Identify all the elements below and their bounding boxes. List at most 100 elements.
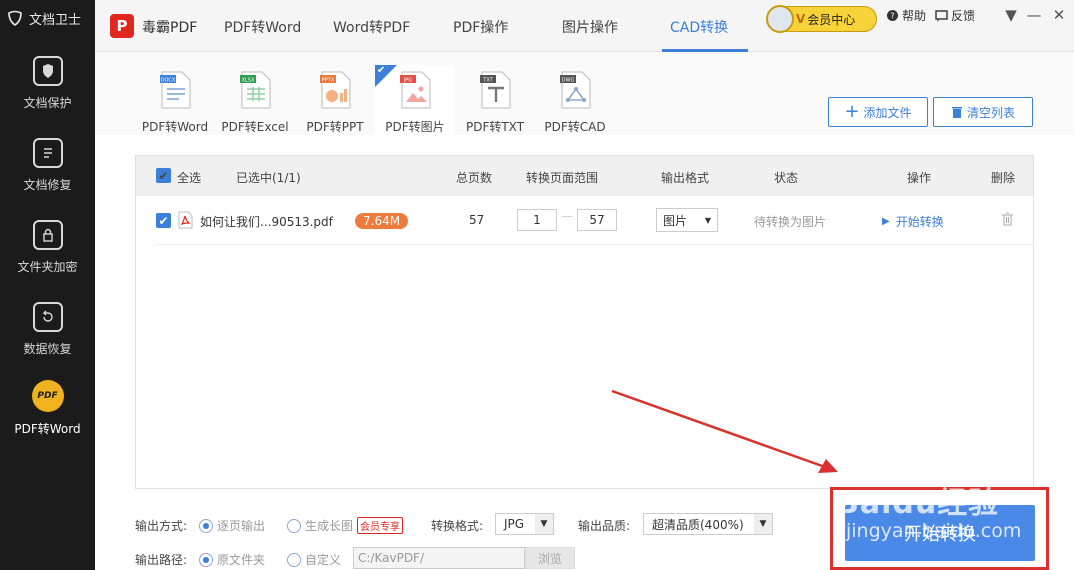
lock-icon: [32, 220, 63, 250]
app-name: 毒霸PDF: [142, 20, 198, 36]
vip-center-button[interactable]: V 会员中心: [766, 5, 877, 33]
restore-icon: [32, 302, 63, 332]
clear-list-button[interactable]: 清空列表: [933, 97, 1033, 127]
range-from-input[interactable]: 1: [517, 209, 557, 231]
sidebar-item-label: 文件夹加密: [17, 260, 78, 274]
output-path-label: 输出路径:: [135, 553, 188, 567]
file-name: 如何让我们...90513.pdf: [200, 215, 333, 229]
tab-cad-convert[interactable]: CAD转换: [670, 17, 728, 37]
sidebar: 文档卫士 文档保护 文档修复 文件夹加密 数据恢复 PDF PDF转Word: [0, 0, 95, 570]
file-list: ✔ 全选 已选中(1/1) 总页数 转换页面范围 输出格式 状态 操作 删除 ✔…: [135, 155, 1034, 489]
sidebar-item-label: 数据恢复: [23, 342, 72, 356]
feedback-button[interactable]: 反馈: [935, 7, 975, 24]
selected-check-icon: ✔: [375, 65, 397, 87]
feedback-icon: [935, 10, 948, 22]
brand-logo-icon: [8, 10, 22, 26]
quality-label: 输出品质:: [578, 519, 631, 533]
docx-file-icon: DOCX: [158, 71, 192, 109]
output-format-select[interactable]: 图片 ▼: [656, 208, 718, 232]
sidebar-item-repair[interactable]: 文档修复: [0, 134, 95, 214]
col-total-pages: 总页数: [456, 171, 493, 185]
format-tab-pdf-to-excel[interactable]: XLSX PDF转Excel: [215, 65, 295, 135]
select-all-label[interactable]: 全选: [177, 169, 201, 186]
add-file-button[interactable]: + 添加文件: [828, 97, 928, 127]
convert-format-select[interactable]: JPG ▼: [495, 513, 554, 535]
menu-dropdown-icon[interactable]: ▼: [1002, 6, 1020, 24]
app-logo-icon: P: [110, 14, 134, 38]
top-bar: P 毒霸PDF PDF转Word Word转PDF PDF操作 图片操作 CAD…: [95, 0, 1074, 52]
tab-pdf-to-word[interactable]: PDF转Word: [224, 17, 301, 37]
file-size-badge: 7.64M: [355, 213, 409, 229]
col-operation: 操作: [907, 171, 932, 185]
svg-text:TXT: TXT: [482, 78, 493, 84]
output-mode-label: 输出方式:: [135, 519, 188, 533]
svg-text:?: ?: [890, 12, 894, 21]
path-custom-radio[interactable]: 自定义: [287, 551, 341, 568]
txt-file-icon: TXT: [478, 71, 512, 109]
tab-pdf-operations[interactable]: PDF操作: [453, 17, 508, 37]
help-icon: ?: [887, 10, 898, 21]
shield-icon: [32, 56, 63, 86]
tab-word-to-pdf[interactable]: Word转PDF: [333, 17, 410, 37]
quality-select[interactable]: 超清品质(400%) ▼: [643, 513, 773, 535]
svg-text:DOCX: DOCX: [161, 78, 176, 84]
svg-text:JPG: JPG: [403, 78, 412, 84]
page-count: 57: [469, 213, 485, 227]
range-to-input[interactable]: 57: [577, 209, 617, 231]
col-status: 状态: [774, 171, 799, 185]
sidebar-item-folder-encrypt[interactable]: 文件夹加密: [0, 216, 95, 296]
format-tab-pdf-to-image[interactable]: ✔ JPG PDF转图片: [375, 65, 455, 135]
pdf-file-icon: [178, 211, 193, 232]
sidebar-item-pdf-to-word[interactable]: PDF PDF转Word: [0, 376, 95, 456]
sidebar-item-label: PDF转Word: [14, 422, 81, 436]
radio-selected: [199, 552, 213, 567]
tab-image-operations[interactable]: 图片操作: [562, 17, 618, 37]
caret-down-icon: ▼: [535, 514, 553, 534]
start-convert-link[interactable]: ▶ 开始转换: [882, 213, 944, 230]
format-tab-pdf-to-word[interactable]: DOCX PDF转Word: [135, 65, 215, 135]
radio-selected: [199, 518, 213, 533]
minimize-icon[interactable]: —: [1025, 6, 1043, 24]
jpg-file-icon: JPG: [398, 71, 432, 109]
delete-row-icon[interactable]: [1001, 212, 1014, 229]
sidebar-item-label: 文档保护: [23, 96, 72, 110]
mode-long-image-radio[interactable]: 生成长图 会员专享: [287, 517, 404, 534]
format-tab-pdf-to-cad[interactable]: DWG PDF转CAD: [535, 65, 615, 135]
browse-button[interactable]: 浏览: [525, 547, 575, 569]
svg-text:PPTX: PPTX: [322, 78, 335, 84]
path-source-folder-radio[interactable]: 原文件夹: [199, 551, 265, 568]
close-icon[interactable]: ✕: [1050, 6, 1068, 24]
svg-text:DWG: DWG: [562, 78, 575, 84]
sidebar-brand: 文档卫士: [0, 0, 95, 36]
svg-text:XLSX: XLSX: [242, 78, 255, 84]
start-convert-button[interactable]: 开始转换: [845, 505, 1035, 561]
selected-count: 已选中(1/1): [236, 171, 301, 185]
radio-unselected: [287, 518, 301, 533]
vip-label: 会员中心: [807, 12, 856, 27]
format-tab-pdf-to-txt[interactable]: TXT PDF转TXT: [455, 65, 535, 135]
annotation-arrow: [611, 389, 838, 473]
select-all-checkbox[interactable]: ✔: [156, 168, 171, 183]
pdf-icon: PDF: [31, 380, 64, 412]
play-icon: ▶: [882, 216, 890, 227]
col-output-format: 输出格式: [661, 171, 710, 185]
xlsx-file-icon: XLSX: [238, 71, 272, 109]
mode-each-page-radio[interactable]: 逐页输出: [199, 517, 265, 534]
table-row: ✔ 如何让我们...90513.pdf 7.64M 57 1 — 57 图片 ▼…: [156, 197, 1033, 245]
caret-down-icon: ▼: [704, 215, 711, 225]
caret-down-icon: ▼: [754, 514, 772, 534]
col-delete: 删除: [991, 171, 1016, 185]
sidebar-item-label: 文档修复: [23, 178, 72, 192]
output-path-input[interactable]: C:/KavPDF/: [353, 547, 525, 569]
trash-icon: [951, 107, 962, 118]
format-tab-pdf-to-ppt[interactable]: PPTX PDF转PPT: [295, 65, 375, 135]
row-checkbox[interactable]: ✔: [156, 213, 171, 228]
sidebar-item-data-recovery[interactable]: 数据恢复: [0, 298, 95, 378]
avatar: [766, 5, 794, 33]
plus-icon: +: [844, 101, 860, 122]
vip-v-icon: V: [796, 12, 806, 26]
range-separator: —: [561, 209, 573, 223]
help-button[interactable]: ? 帮助: [886, 7, 926, 24]
vip-only-tag: 会员专享: [357, 517, 404, 534]
sidebar-item-protect[interactable]: 文档保护: [0, 52, 95, 132]
